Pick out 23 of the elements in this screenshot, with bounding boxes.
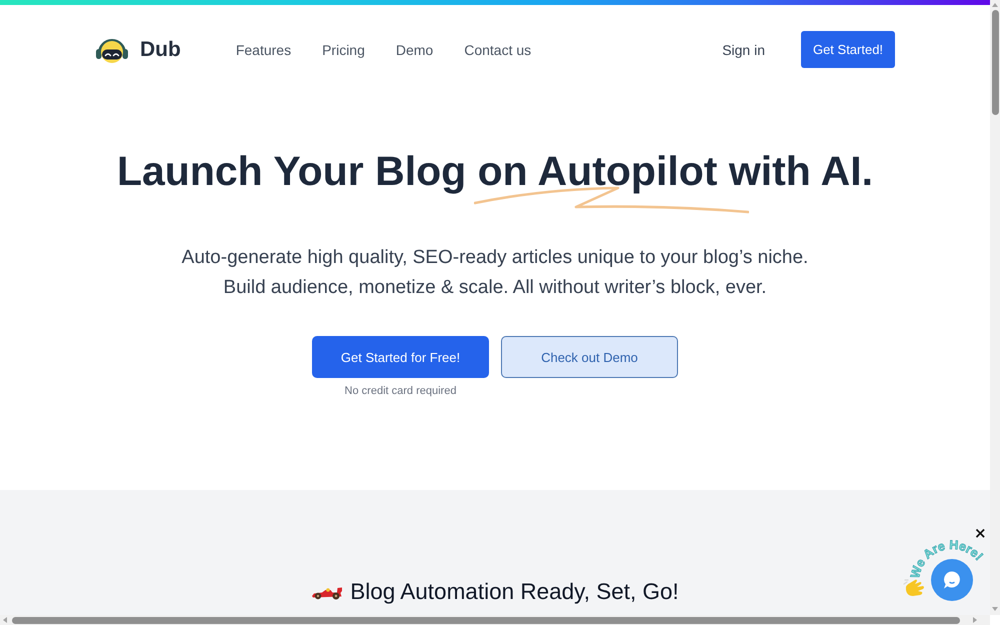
nav-link[interactable]: Pricing — [322, 42, 365, 58]
scroll-down-icon[interactable] — [992, 607, 998, 611]
greeting-label: We Are Here! — [908, 538, 986, 580]
scroll-right-icon[interactable] — [973, 617, 977, 623]
section-heading: Blog Automation Ready, Set, Go! — [350, 578, 679, 606]
scrollbar-thumb[interactable] — [12, 616, 960, 624]
vertical-scrollbar[interactable] — [990, 0, 1000, 615]
brand-name[interactable]: Dub — [140, 38, 181, 62]
note-text: No credit card required — [344, 385, 456, 397]
sign-in-link[interactable]: Sign in — [722, 42, 765, 58]
demo-button[interactable]: Check out Demo — [501, 336, 678, 378]
scroll-left-icon[interactable] — [3, 617, 7, 623]
close-button[interactable]: × — [974, 526, 986, 540]
scrollbar-thumb[interactable] — [992, 10, 998, 115]
nav-link[interactable]: Demo — [396, 42, 434, 58]
nav-link[interactable]: Contact us — [464, 42, 532, 58]
chat-bubble-icon — [942, 570, 962, 590]
start-free-button[interactable]: Get Started for Free! — [312, 336, 489, 378]
horizontal-scrollbar[interactable] — [0, 615, 990, 625]
headline: Launch Your Blog on Autopilot with AI. — [116, 147, 874, 196]
subtitle: Auto-generate high quality, SEO-ready articles unique to your blog’s niche. Build audience, monetize & scale. All without writer’s block, ever. — [182, 246, 808, 300]
nav-link[interactable]: Features — [236, 42, 292, 58]
get-started-button[interactable]: Get Started! — [801, 31, 895, 68]
